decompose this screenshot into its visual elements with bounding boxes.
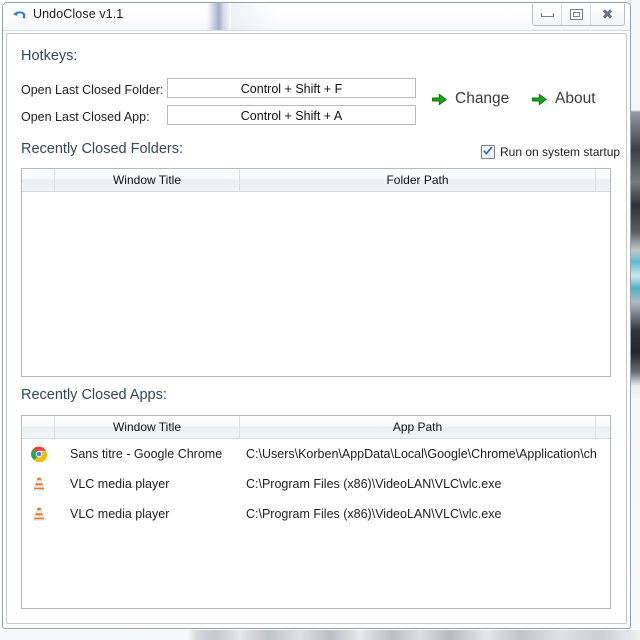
vlc-icon xyxy=(22,506,55,522)
folders-col-window-title[interactable]: Window Title xyxy=(55,169,240,191)
vlc-icon xyxy=(32,477,45,491)
folders-section-title: Recently Closed Folders: xyxy=(21,141,183,157)
title-bar-glass-band xyxy=(207,3,231,30)
row-window-title: VLC media player xyxy=(70,477,170,491)
minimize-button[interactable] xyxy=(533,4,562,25)
close-icon: ✖ xyxy=(601,6,614,23)
folders-col-folder-path[interactable]: Folder Path xyxy=(240,169,596,191)
row-path: C:\Users\Korben\AppData\Local\Google\Chr… xyxy=(246,447,597,461)
change-button-label: Change xyxy=(455,90,510,107)
chrome-icon xyxy=(22,446,55,462)
minimize-icon xyxy=(540,12,554,17)
run-on-startup-label: Run on system startup xyxy=(500,145,621,159)
hotkey-app-field[interactable]: Control + Shift + A xyxy=(167,105,416,125)
row-window-title: VLC media player xyxy=(70,507,170,521)
apps-listview-body[interactable]: Sans titre - Google Chrome C:\Users\Korbe… xyxy=(22,439,610,529)
about-button[interactable]: About xyxy=(531,90,596,108)
hotkey-folder-field[interactable]: Control + Shift + F xyxy=(167,78,416,98)
taskbar-sliver xyxy=(0,630,640,640)
apps-listview-header: Window Title App Path xyxy=(22,416,610,439)
about-button-label: About xyxy=(555,90,596,107)
background-window-strip xyxy=(631,0,640,640)
chrome-icon xyxy=(30,446,47,462)
folders-listview-header: Window Title Folder Path xyxy=(22,169,610,192)
folders-col-icon[interactable] xyxy=(22,169,55,191)
table-row[interactable]: Sans titre - Google Chrome C:\Users\Korbe… xyxy=(22,439,610,469)
hotkeys-section-title: Hotkeys: xyxy=(21,48,78,64)
vlc-icon xyxy=(22,476,55,492)
desktop-background: UndoClose v1.1 ✖ Hotkeys: Open Last Clos… xyxy=(0,0,640,640)
undoclose-window: UndoClose v1.1 ✖ Hotkeys: Open Last Clos… xyxy=(2,2,631,629)
client-area: Hotkeys: Open Last Closed Folder: Contro… xyxy=(6,33,627,624)
green-arrow-icon xyxy=(431,91,448,108)
row-path: C:\Program Files (x86)\VideoLAN\VLC\vlc.… xyxy=(246,507,502,521)
row-window-title: Sans titre - Google Chrome xyxy=(70,447,223,461)
close-button[interactable]: ✖ xyxy=(591,4,624,25)
green-arrow-icon xyxy=(531,91,548,108)
undo-arrow-icon xyxy=(11,8,28,25)
vlc-icon xyxy=(32,507,45,521)
open-last-closed-folder-label: Open Last Closed Folder: xyxy=(21,83,164,97)
folders-col-filler[interactable] xyxy=(596,169,610,191)
title-bar[interactable]: UndoClose v1.1 ✖ xyxy=(3,3,630,31)
restore-icon xyxy=(569,9,583,20)
apps-col-window-title[interactable]: Window Title xyxy=(55,416,240,438)
table-row[interactable]: VLC media player C:\Program Files (x86)\V… xyxy=(22,469,610,499)
run-on-startup-checkbox[interactable]: Run on system startup xyxy=(481,145,620,159)
change-button[interactable]: Change xyxy=(431,90,509,108)
window-title: UndoClose v1.1 xyxy=(33,7,124,21)
row-path: C:\Program Files (x86)\VideoLAN\VLC\vlc.… xyxy=(246,477,502,491)
apps-col-icon[interactable] xyxy=(22,416,55,438)
apps-col-filler[interactable] xyxy=(596,416,610,438)
checkmark-icon xyxy=(483,146,493,155)
folders-listview[interactable]: Window Title Folder Path xyxy=(21,168,611,377)
apps-col-app-path[interactable]: App Path xyxy=(240,416,596,438)
checkbox-box xyxy=(481,145,495,159)
window-controls: ✖ xyxy=(532,4,625,26)
table-row[interactable]: VLC media player C:\Program Files (x86)\V… xyxy=(22,499,610,529)
open-last-closed-app-label: Open Last Closed App: xyxy=(21,110,150,124)
apps-listview[interactable]: Window Title App Path Sans titre - Googl… xyxy=(21,415,611,609)
restore-button[interactable] xyxy=(562,4,591,25)
title-bar-glass-band-secondary xyxy=(231,3,277,30)
apps-section-title: Recently Closed Apps: xyxy=(21,387,167,403)
